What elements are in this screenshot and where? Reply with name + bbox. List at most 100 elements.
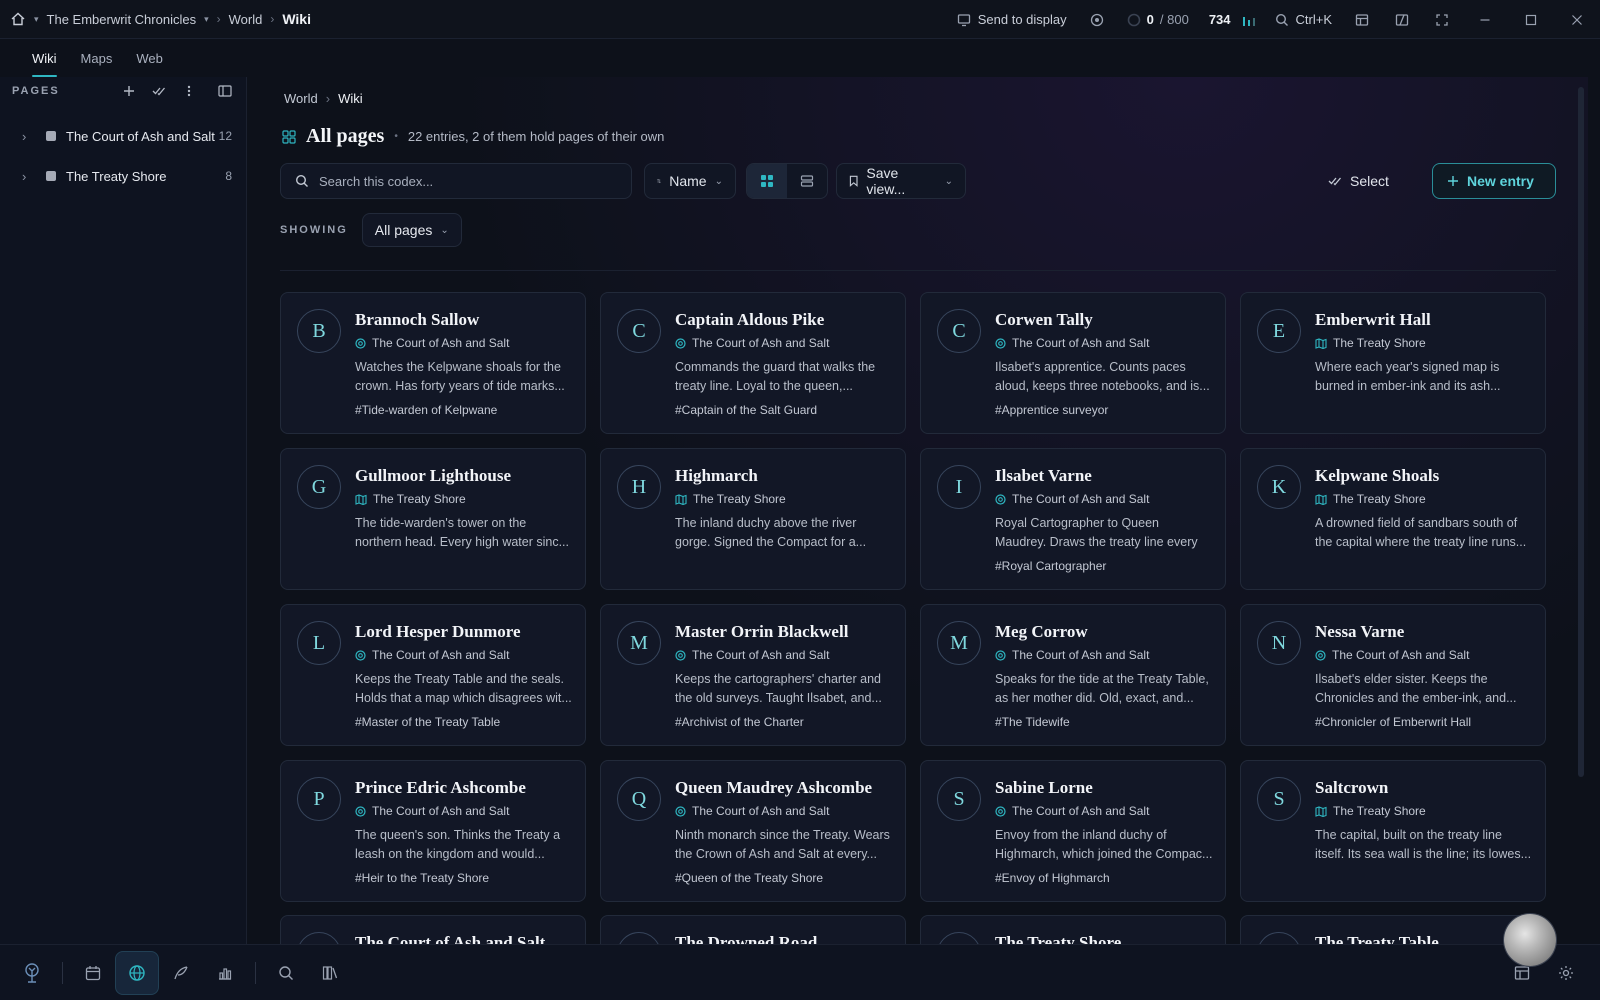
- entry-card[interactable]: C Corwen Tally The Court of Ash and Salt Il…: [920, 292, 1226, 434]
- main-content: World › Wiki All pages • 22 entries, 2 o…: [248, 77, 1588, 944]
- crumb-wiki[interactable]: Wiki: [282, 11, 311, 27]
- entry-card[interactable]: N Nessa Varne The Court of Ash and Salt Ils…: [1240, 604, 1546, 746]
- chart-icon[interactable]: [203, 951, 247, 995]
- entry-tag[interactable]: #Apprentice surveyor: [995, 403, 1108, 417]
- entry-card[interactable]: L Lord Hesper Dunmore The Court of Ash and…: [280, 604, 586, 746]
- tab-web[interactable]: Web: [124, 40, 175, 77]
- entry-category: The Treaty Shore: [675, 492, 786, 506]
- entry-card[interactable]: The Drowned Road: [600, 915, 906, 944]
- entry-card[interactable]: I Ilsabet Varne The Court of Ash and Salt R…: [920, 448, 1226, 590]
- org-icon: [675, 649, 686, 661]
- entry-description: The inland duchy above the river gorge. …: [675, 516, 867, 549]
- page-heading: All pages • 22 entries, 2 of them hold p…: [282, 125, 664, 148]
- multi-select-icon[interactable]: [144, 77, 174, 105]
- search-input[interactable]: [319, 173, 599, 189]
- entry-card[interactable]: Q Queen Maudrey Ashcombe The Court of Ash …: [600, 760, 906, 902]
- entry-card[interactable]: K Kelpwane Shoals The Treaty Shore A drowne…: [1240, 448, 1546, 590]
- word-count[interactable]: 734: [1199, 0, 1265, 39]
- entry-card[interactable]: P Prince Edric Ashcombe The Court of Ash a…: [280, 760, 586, 902]
- chevron-down-icon[interactable]: ▾: [34, 14, 39, 25]
- split-view-icon[interactable]: [1382, 0, 1422, 39]
- map-icon: [675, 493, 687, 505]
- entry-tag[interactable]: #Royal Cartographer: [995, 559, 1106, 573]
- entry-card[interactable]: B Brannoch Sallow The Court of Ash and Sal…: [280, 292, 586, 434]
- entry-category-label: The Court of Ash and Salt: [1012, 336, 1150, 350]
- maximize-icon[interactable]: [1508, 0, 1554, 39]
- moon-phase-avatar[interactable]: [1504, 914, 1556, 966]
- crumb-world[interactable]: World: [229, 12, 263, 27]
- grid-view-icon[interactable]: [747, 164, 787, 198]
- entry-card[interactable]: M Master Orrin Blackwell The Court of Ash …: [600, 604, 906, 746]
- chevron-right-icon: ›: [216, 12, 221, 26]
- tab-maps[interactable]: Maps: [69, 40, 125, 77]
- home-icon[interactable]: [10, 11, 26, 27]
- search-icon: [1275, 13, 1288, 26]
- minimize-icon[interactable]: [1462, 0, 1508, 39]
- sort-button[interactable]: Name ⌄: [644, 163, 736, 199]
- project-name[interactable]: The Emberwrit Chronicles: [47, 12, 197, 27]
- more-options-icon[interactable]: [174, 77, 204, 105]
- chevron-right-icon[interactable]: ›: [22, 169, 36, 184]
- entry-title: The Drowned Road: [675, 933, 818, 944]
- entry-card[interactable]: H Highmarch The Treaty Shore The inland duc…: [600, 448, 906, 590]
- entry-card[interactable]: M Meg Corrow The Court of Ash and Salt Spea…: [920, 604, 1226, 746]
- sidebar-item-treaty-shore[interactable]: › The Treaty Shore 8: [0, 157, 246, 195]
- entry-avatar: [617, 932, 661, 944]
- entry-tag[interactable]: #Captain of the Salt Guard: [675, 403, 817, 417]
- entry-tag[interactable]: #The Tidewife: [995, 715, 1070, 729]
- add-page-icon[interactable]: [114, 77, 144, 105]
- entry-tag[interactable]: #Tide-warden of Kelpwane: [355, 403, 497, 417]
- tree-logo-icon[interactable]: [10, 951, 54, 995]
- new-entry-button[interactable]: New entry: [1432, 163, 1556, 199]
- entry-description: A drowned field of sandbars south of the…: [1315, 516, 1527, 549]
- entry-avatar: H: [617, 465, 661, 509]
- send-to-display-button[interactable]: Send to display: [947, 0, 1077, 39]
- breadcrumb-wiki[interactable]: Wiki: [338, 91, 363, 106]
- breadcrumb-world[interactable]: World: [284, 91, 318, 106]
- entry-description: Royal Cartographer to Queen Maudrey. Dra…: [995, 516, 1198, 549]
- entry-category-label: The Court of Ash and Salt: [1012, 492, 1150, 506]
- divider: [280, 270, 1556, 271]
- search-icon[interactable]: [264, 951, 308, 995]
- chevron-right-icon[interactable]: ›: [22, 129, 36, 144]
- entry-tag[interactable]: #Queen of the Treaty Shore: [675, 871, 823, 885]
- select-button[interactable]: Select: [1316, 163, 1401, 199]
- quill-icon[interactable]: [159, 951, 203, 995]
- scrollbar[interactable]: [1578, 87, 1584, 777]
- entry-card[interactable]: S Saltcrown The Treaty Shore The capital, b…: [1240, 760, 1546, 902]
- showing-dropdown[interactable]: All pages ⌄: [361, 213, 462, 247]
- entry-tag[interactable]: #Master of the Treaty Table: [355, 715, 500, 729]
- chevron-down-icon[interactable]: ▾: [204, 14, 209, 25]
- list-view-icon[interactable]: [787, 164, 827, 198]
- entry-card[interactable]: The Treaty Table: [1240, 915, 1546, 944]
- entry-tag[interactable]: #Chronicler of Emberwrit Hall: [1315, 715, 1471, 729]
- layout-icon[interactable]: [1342, 0, 1382, 39]
- entry-tag[interactable]: #Heir to the Treaty Shore: [355, 871, 489, 885]
- entry-card[interactable]: E Emberwrit Hall The Treaty Shore Where eac…: [1240, 292, 1546, 434]
- globe-icon[interactable]: [115, 950, 159, 995]
- entry-card[interactable]: The Treaty Shore: [920, 915, 1226, 944]
- entry-avatar: S: [937, 777, 981, 821]
- sidebar-item-court[interactable]: › The Court of Ash and Salt 12: [0, 117, 246, 155]
- folder-swatch: [46, 131, 56, 141]
- library-icon[interactable]: [308, 951, 352, 995]
- bookmark-icon: [849, 175, 858, 187]
- tab-wiki[interactable]: Wiki: [20, 40, 69, 77]
- command-search-button[interactable]: Ctrl+K: [1265, 0, 1342, 39]
- chevron-down-icon: ⌄: [440, 224, 449, 236]
- entry-card[interactable]: The Court of Ash and Salt: [280, 915, 586, 944]
- entry-category: The Court of Ash and Salt: [995, 492, 1149, 506]
- entry-tag[interactable]: #Envoy of Highmarch: [995, 871, 1110, 885]
- collapse-sidebar-icon[interactable]: [210, 77, 240, 105]
- entry-card[interactable]: S Sabine Lorne The Court of Ash and Salt En…: [920, 760, 1226, 902]
- close-icon[interactable]: [1554, 0, 1600, 39]
- entry-card[interactable]: G Gullmoor Lighthouse The Treaty Shore The …: [280, 448, 586, 590]
- save-view-button[interactable]: Save view... ⌄: [836, 163, 966, 199]
- gear-icon[interactable]: [1544, 951, 1588, 995]
- fullscreen-icon[interactable]: [1422, 0, 1462, 39]
- entry-card[interactable]: C Captain Aldous Pike The Court of Ash and…: [600, 292, 906, 434]
- goal-counter[interactable]: 0 / 800: [1117, 0, 1199, 39]
- calendar-icon[interactable]: [71, 951, 115, 995]
- record-icon[interactable]: [1077, 0, 1117, 39]
- entry-tag[interactable]: #Archivist of the Charter: [675, 715, 804, 729]
